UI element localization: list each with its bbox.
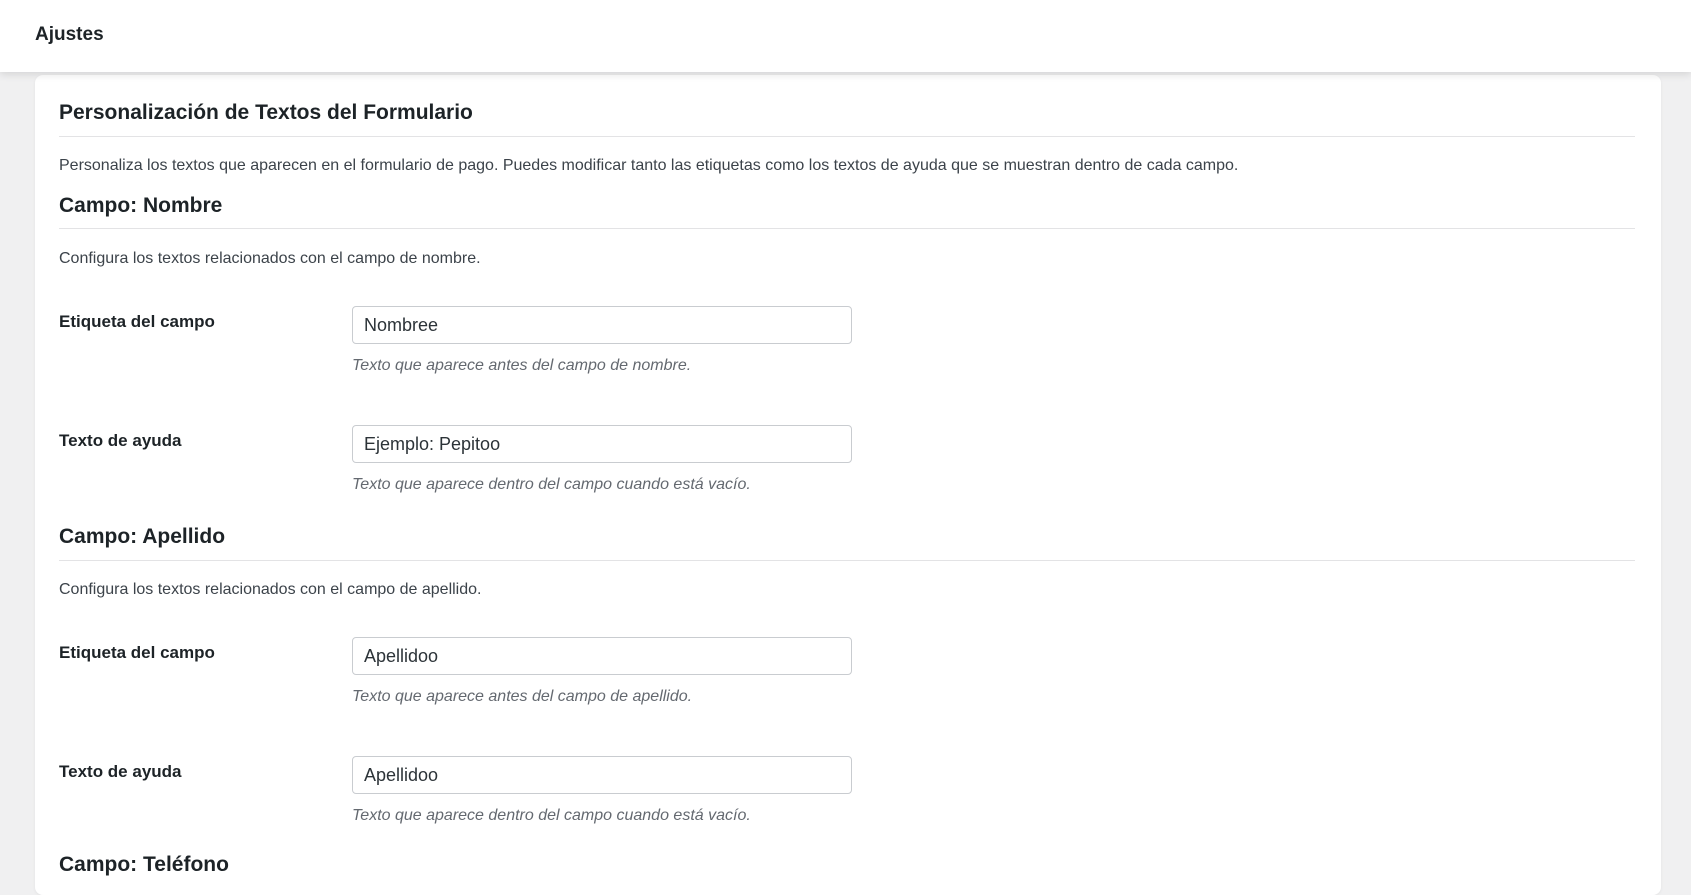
apellido-help-field-label: Texto de ayuda (59, 762, 182, 781)
apellido-label-field-label: Etiqueta del campo (59, 643, 215, 662)
top-bar: Ajustes (0, 0, 1691, 72)
nombre-help-input[interactable] (352, 425, 852, 463)
nombre-label-hint: Texto que aparece antes del campo de nom… (352, 357, 692, 374)
apellido-label-input[interactable] (352, 637, 852, 675)
apellido-help-hint: Texto que aparece dentro del campo cuand… (352, 807, 751, 824)
apellido-label-hint: Texto que aparece antes del campo de ape… (352, 688, 693, 705)
section-title-nombre: Campo: Nombre (59, 194, 223, 217)
section-divider-apellido (59, 560, 1635, 561)
section-description-nombre: Configura los textos relacionados con el… (59, 250, 481, 267)
form-texts-heading: Personalización de Textos del Formulario (59, 101, 473, 124)
form-texts-description: Personaliza los textos que aparecen en e… (59, 157, 1239, 174)
nombre-label-field-label: Etiqueta del campo (59, 312, 215, 331)
section-description-apellido: Configura los textos relacionados con el… (59, 581, 482, 598)
apellido-help-input[interactable] (352, 756, 852, 794)
settings-card: Personalización de Textos del Formulario… (35, 75, 1661, 895)
nombre-help-hint: Texto que aparece dentro del campo cuand… (352, 476, 751, 493)
nombre-help-field-label: Texto de ayuda (59, 431, 182, 450)
section-title-apellido: Campo: Apellido (59, 525, 226, 548)
heading-divider (59, 136, 1635, 137)
section-title-telefono: Campo: Teléfono (59, 853, 229, 876)
page-header-title: Ajustes (35, 24, 104, 45)
section-divider-nombre (59, 228, 1635, 229)
nombre-label-input[interactable] (352, 306, 852, 344)
